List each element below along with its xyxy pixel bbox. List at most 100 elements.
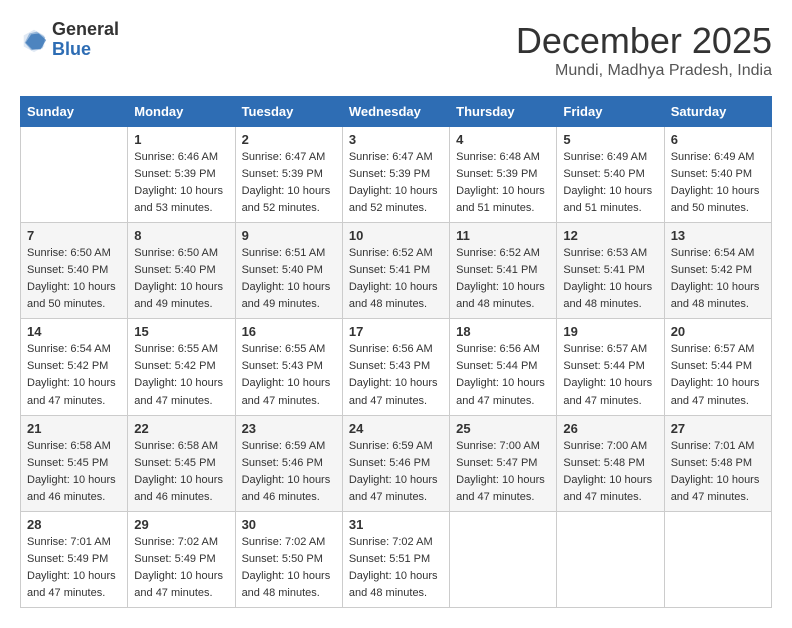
calendar-cell: 6 Sunrise: 6:49 AM Sunset: 5:40 PM Daylig… bbox=[664, 127, 771, 223]
calendar-cell: 13 Sunrise: 6:54 AM Sunset: 5:42 PM Dayli… bbox=[664, 223, 771, 319]
calendar-cell bbox=[557, 511, 664, 607]
day-number: 27 bbox=[671, 421, 765, 436]
header-day-wednesday: Wednesday bbox=[342, 97, 449, 127]
calendar-cell: 23 Sunrise: 6:59 AM Sunset: 5:46 PM Dayli… bbox=[235, 415, 342, 511]
day-number: 13 bbox=[671, 228, 765, 243]
day-info: Sunrise: 6:47 AM Sunset: 5:39 PM Dayligh… bbox=[242, 149, 336, 217]
calendar-cell: 12Sunrise: 6:53 AM Sunset: 5:41 PM Dayli… bbox=[557, 223, 664, 319]
day-number: 26 bbox=[563, 421, 657, 436]
day-info: Sunrise: 6:52 AM Sunset: 5:41 PM Dayligh… bbox=[349, 245, 443, 313]
day-info: Sunrise: 6:54 AM Sunset: 5:42 PM Dayligh… bbox=[671, 245, 765, 313]
calendar-cell: 1Sunrise: 6:46 AM Sunset: 5:39 PM Daylig… bbox=[128, 127, 235, 223]
day-number: 4 bbox=[456, 132, 550, 147]
calendar-cell: 19 Sunrise: 6:57 AM Sunset: 5:44 PM Dayli… bbox=[557, 319, 664, 415]
calendar-cell: 2Sunrise: 6:47 AM Sunset: 5:39 PM Daylig… bbox=[235, 127, 342, 223]
calendar-cell: 25Sunrise: 7:00 AM Sunset: 5:47 PM Dayli… bbox=[450, 415, 557, 511]
day-info: Sunrise: 7:01 AM Sunset: 5:48 PM Dayligh… bbox=[671, 438, 765, 506]
calendar-cell bbox=[664, 511, 771, 607]
calendar-cell: 17Sunrise: 6:56 AM Sunset: 5:43 PM Dayli… bbox=[342, 319, 449, 415]
calendar-cell: 30 Sunrise: 7:02 AM Sunset: 5:50 PM Dayli… bbox=[235, 511, 342, 607]
calendar-cell: 4 Sunrise: 6:48 AM Sunset: 5:39 PM Daylig… bbox=[450, 127, 557, 223]
day-info: Sunrise: 6:59 AM Sunset: 5:46 PM Dayligh… bbox=[349, 438, 443, 506]
calendar-cell: 21 Sunrise: 6:58 AM Sunset: 5:45 PM Dayli… bbox=[21, 415, 128, 511]
day-number: 12 bbox=[563, 228, 657, 243]
day-info: Sunrise: 6:52 AM Sunset: 5:41 PM Dayligh… bbox=[456, 245, 550, 313]
calendar-cell: 5Sunrise: 6:49 AM Sunset: 5:40 PM Daylig… bbox=[557, 127, 664, 223]
day-number: 10 bbox=[349, 228, 443, 243]
calendar-cell: 7 Sunrise: 6:50 AM Sunset: 5:40 PM Daylig… bbox=[21, 223, 128, 319]
day-number: 11 bbox=[456, 228, 550, 243]
day-number: 29 bbox=[134, 517, 228, 532]
calendar-cell: 31 Sunrise: 7:02 AM Sunset: 5:51 PM Dayli… bbox=[342, 511, 449, 607]
day-number: 6 bbox=[671, 132, 765, 147]
week-row-4: 21 Sunrise: 6:58 AM Sunset: 5:45 PM Dayli… bbox=[21, 415, 772, 511]
day-info: Sunrise: 6:57 AM Sunset: 5:44 PM Dayligh… bbox=[671, 341, 765, 409]
day-info: Sunrise: 6:56 AM Sunset: 5:44 PM Dayligh… bbox=[456, 341, 550, 409]
logo: General Blue bbox=[20, 20, 119, 60]
day-number: 23 bbox=[242, 421, 336, 436]
header-day-thursday: Thursday bbox=[450, 97, 557, 127]
calendar-cell: 24Sunrise: 6:59 AM Sunset: 5:46 PM Dayli… bbox=[342, 415, 449, 511]
logo-blue-text: Blue bbox=[52, 40, 119, 60]
week-row-3: 14 Sunrise: 6:54 AM Sunset: 5:42 PM Dayli… bbox=[21, 319, 772, 415]
day-info: Sunrise: 7:01 AM Sunset: 5:49 PM Dayligh… bbox=[27, 534, 121, 602]
day-number: 9 bbox=[242, 228, 336, 243]
calendar-cell: 14 Sunrise: 6:54 AM Sunset: 5:42 PM Dayli… bbox=[21, 319, 128, 415]
day-info: Sunrise: 6:57 AM Sunset: 5:44 PM Dayligh… bbox=[563, 341, 657, 409]
day-info: Sunrise: 6:49 AM Sunset: 5:40 PM Dayligh… bbox=[671, 149, 765, 217]
calendar-cell: 22 Sunrise: 6:58 AM Sunset: 5:45 PM Dayli… bbox=[128, 415, 235, 511]
day-number: 20 bbox=[671, 324, 765, 339]
calendar-cell: 27 Sunrise: 7:01 AM Sunset: 5:48 PM Dayli… bbox=[664, 415, 771, 511]
day-info: Sunrise: 7:02 AM Sunset: 5:50 PM Dayligh… bbox=[242, 534, 336, 602]
day-number: 7 bbox=[27, 228, 121, 243]
day-number: 22 bbox=[134, 421, 228, 436]
header-row: SundayMondayTuesdayWednesdayThursdayFrid… bbox=[21, 97, 772, 127]
calendar-cell bbox=[21, 127, 128, 223]
calendar-table: SundayMondayTuesdayWednesdayThursdayFrid… bbox=[20, 96, 772, 608]
day-info: Sunrise: 6:58 AM Sunset: 5:45 PM Dayligh… bbox=[27, 438, 121, 506]
calendar-cell: 18Sunrise: 6:56 AM Sunset: 5:44 PM Dayli… bbox=[450, 319, 557, 415]
day-info: Sunrise: 6:54 AM Sunset: 5:42 PM Dayligh… bbox=[27, 341, 121, 409]
day-info: Sunrise: 7:00 AM Sunset: 5:48 PM Dayligh… bbox=[563, 438, 657, 506]
week-row-2: 7 Sunrise: 6:50 AM Sunset: 5:40 PM Daylig… bbox=[21, 223, 772, 319]
header-day-friday: Friday bbox=[557, 97, 664, 127]
logo-general-text: General bbox=[52, 20, 119, 40]
day-info: Sunrise: 6:56 AM Sunset: 5:43 PM Dayligh… bbox=[349, 341, 443, 409]
day-info: Sunrise: 6:51 AM Sunset: 5:40 PM Dayligh… bbox=[242, 245, 336, 313]
title-block: December 2025 Mundi, Madhya Pradesh, Ind… bbox=[516, 20, 772, 80]
day-info: Sunrise: 6:59 AM Sunset: 5:46 PM Dayligh… bbox=[242, 438, 336, 506]
calendar-cell: 29 Sunrise: 7:02 AM Sunset: 5:49 PM Dayli… bbox=[128, 511, 235, 607]
day-number: 19 bbox=[563, 324, 657, 339]
calendar-cell bbox=[450, 511, 557, 607]
header-day-tuesday: Tuesday bbox=[235, 97, 342, 127]
calendar-cell: 10 Sunrise: 6:52 AM Sunset: 5:41 PM Dayli… bbox=[342, 223, 449, 319]
day-number: 30 bbox=[242, 517, 336, 532]
calendar-cell: 3 Sunrise: 6:47 AM Sunset: 5:39 PM Daylig… bbox=[342, 127, 449, 223]
header-day-sunday: Sunday bbox=[21, 97, 128, 127]
day-number: 3 bbox=[349, 132, 443, 147]
day-number: 1 bbox=[134, 132, 228, 147]
day-info: Sunrise: 6:50 AM Sunset: 5:40 PM Dayligh… bbox=[27, 245, 121, 313]
day-number: 14 bbox=[27, 324, 121, 339]
day-info: Sunrise: 6:55 AM Sunset: 5:43 PM Dayligh… bbox=[242, 341, 336, 409]
day-number: 31 bbox=[349, 517, 443, 532]
day-number: 16 bbox=[242, 324, 336, 339]
calendar-cell: 20 Sunrise: 6:57 AM Sunset: 5:44 PM Dayli… bbox=[664, 319, 771, 415]
day-info: Sunrise: 6:49 AM Sunset: 5:40 PM Dayligh… bbox=[563, 149, 657, 217]
day-info: Sunrise: 7:02 AM Sunset: 5:51 PM Dayligh… bbox=[349, 534, 443, 602]
calendar-cell: 28 Sunrise: 7:01 AM Sunset: 5:49 PM Dayli… bbox=[21, 511, 128, 607]
calendar-cell: 26 Sunrise: 7:00 AM Sunset: 5:48 PM Dayli… bbox=[557, 415, 664, 511]
day-info: Sunrise: 6:55 AM Sunset: 5:42 PM Dayligh… bbox=[134, 341, 228, 409]
calendar-header: SundayMondayTuesdayWednesdayThursdayFrid… bbox=[21, 97, 772, 127]
day-info: Sunrise: 6:48 AM Sunset: 5:39 PM Dayligh… bbox=[456, 149, 550, 217]
week-row-5: 28 Sunrise: 7:01 AM Sunset: 5:49 PM Dayli… bbox=[21, 511, 772, 607]
calendar-cell: 16 Sunrise: 6:55 AM Sunset: 5:43 PM Dayli… bbox=[235, 319, 342, 415]
day-info: Sunrise: 6:47 AM Sunset: 5:39 PM Dayligh… bbox=[349, 149, 443, 217]
calendar-cell: 11 Sunrise: 6:52 AM Sunset: 5:41 PM Dayli… bbox=[450, 223, 557, 319]
header-day-monday: Monday bbox=[128, 97, 235, 127]
day-number: 21 bbox=[27, 421, 121, 436]
day-info: Sunrise: 6:58 AM Sunset: 5:45 PM Dayligh… bbox=[134, 438, 228, 506]
day-number: 28 bbox=[27, 517, 121, 532]
day-info: Sunrise: 7:02 AM Sunset: 5:49 PM Dayligh… bbox=[134, 534, 228, 602]
day-number: 25 bbox=[456, 421, 550, 436]
